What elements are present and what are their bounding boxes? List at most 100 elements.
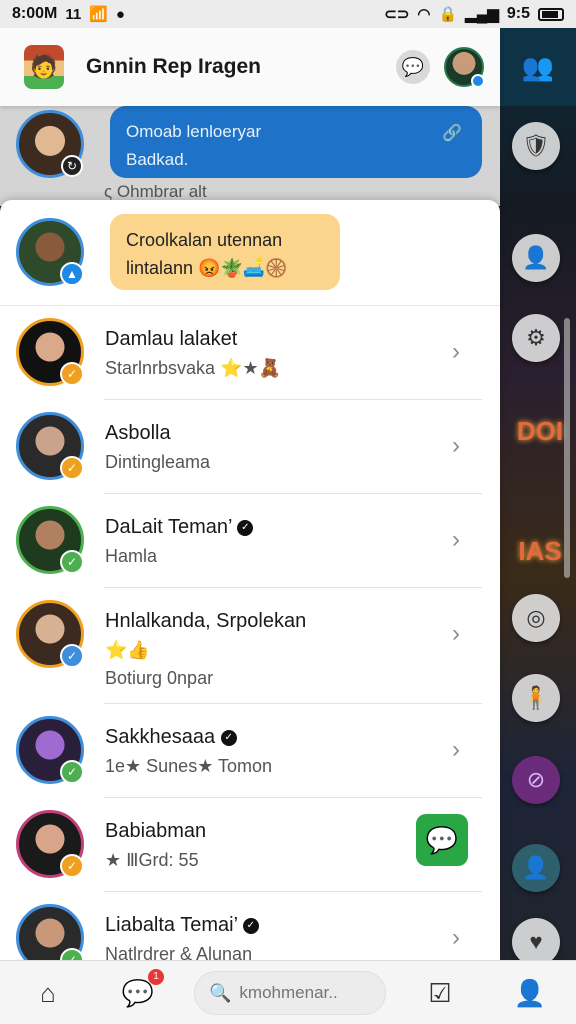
contact-status: 1e★ Sunes★ Tomon: [105, 756, 273, 776]
check-icon: ✓: [60, 854, 84, 878]
side-contacts-button[interactable]: 👥: [500, 28, 576, 106]
chevron-right-icon[interactable]: ›: [452, 736, 460, 764]
side-panel: 👥 🛡 👤 ⚙ DOI IAS ◎ 🧍 ⊘ 👤 ♥: [500, 28, 576, 1024]
badge-icon: 🛡: [522, 133, 550, 158]
check-icon: ✓: [60, 362, 84, 386]
chevron-right-icon[interactable]: ›: [452, 432, 460, 460]
chevron-right-icon[interactable]: ›: [452, 620, 460, 648]
side-favorite-button[interactable]: ♥: [512, 918, 560, 966]
check-icon: ✓: [60, 948, 84, 960]
contact-name: Babiabman: [105, 820, 207, 842]
target-icon: ◎: [526, 605, 546, 630]
side-target-button[interactable]: ◎: [512, 594, 560, 642]
bg-chat-bubble[interactable]: Omoab lenloeryar Badkad. 🔗: [110, 106, 482, 178]
profile-icon[interactable]: 👤: [510, 973, 550, 1013]
list-item[interactable]: ✓ Asbolla Dintingleama ›: [0, 400, 500, 494]
avatar[interactable]: ✓: [16, 716, 84, 784]
contact-status: Hamla: [105, 546, 158, 566]
list-item[interactable]: ✓ Liabalta Temai’ ✓ Natlrdrer & Alunan ›: [0, 892, 500, 960]
heart-icon: ♥: [529, 929, 543, 954]
top-message[interactable]: ▲ Croolkalan utennan lintalann 😡🪴🛋️🛞: [0, 200, 500, 306]
battery-text: 9:5: [506, 5, 530, 22]
contact-name: DaLait Teman’ ✓: [105, 516, 254, 539]
status-time: 8:00M: [12, 5, 58, 22]
list-item[interactable]: ✓ DaLait Teman’ ✓ Hamla ›: [0, 494, 500, 588]
wifi-icon: 📶: [89, 6, 108, 23]
person-icon: 👤: [522, 245, 550, 270]
bg-bubble-line2: Badkad.: [126, 150, 189, 169]
side-badge-button[interactable]: 🛡: [512, 122, 560, 170]
link-icon[interactable]: 🔗: [442, 120, 462, 148]
side-profile-button[interactable]: 👤: [512, 234, 560, 282]
chat-icon: 💬: [401, 56, 425, 77]
online-dot: [471, 74, 485, 88]
verified-icon: ✓: [220, 729, 237, 746]
bg-bubble-line1: Omoab lenloeryar: [126, 122, 262, 141]
contact-name: Damlau lalaket: [105, 328, 238, 350]
avatar[interactable]: ✓: [16, 904, 84, 960]
bg-chat-meta: ς Ohmbrar alt: [104, 182, 207, 201]
avatar[interactable]: ✓: [16, 810, 84, 878]
chevron-right-icon[interactable]: ›: [452, 526, 460, 554]
page-title: Gnnin Rep Iragen: [86, 55, 262, 78]
link-icon: ⊂⊃: [384, 6, 410, 23]
person-badge-icon: ▲: [60, 262, 84, 286]
user-avatar[interactable]: [444, 47, 485, 88]
message-bubble[interactable]: Croolkalan utennan lintalann 😡🪴🛋️🛞: [110, 214, 340, 290]
list-item[interactable]: ✓ Hnlalkanda, Srpolekan ⭐👍 Botiurg 0npar…: [0, 588, 500, 704]
user-icon: 🧍: [522, 685, 550, 710]
contact-status: Starlnrbsvaka ⭐★🧸: [105, 358, 282, 378]
contact-name: Hnlalkanda, Srpolekan: [105, 610, 307, 632]
contact-name-text: Liabalta Temai’: [105, 914, 238, 936]
contact-status: Dintingleama: [105, 452, 211, 472]
battery-icon: [538, 7, 564, 21]
side-account-button[interactable]: 👤: [512, 844, 560, 892]
check-icon: ✓: [60, 760, 84, 784]
search-input[interactable]: [239, 983, 370, 1003]
list-item[interactable]: ✓ Babiabman ★ ⅢGrd: 55 💬: [0, 798, 500, 892]
gear-icon: ⚙: [526, 325, 546, 350]
contact-name: Sakkhesaaa ✓: [105, 726, 237, 749]
notification-badge: 1: [148, 969, 164, 985]
chevron-right-icon[interactable]: ›: [452, 338, 460, 366]
message-button[interactable]: 💬: [416, 814, 468, 866]
tasks-icon[interactable]: ☑: [420, 973, 460, 1013]
status-right: ⊂⊃ ◠ 🔒 ▂▄▆ 9:5: [384, 5, 564, 23]
bottom-nav: ⌂ 💬1 🔍 ☑ 👤: [0, 960, 576, 1024]
chat-bubble-button[interactable]: 💬: [396, 50, 430, 84]
signal-icon: ▂▄▆: [465, 6, 499, 23]
messages-icon[interactable]: 💬 1: [118, 969, 164, 1013]
side-user-button[interactable]: 🧍: [512, 674, 560, 722]
avatar[interactable]: ▲: [16, 218, 84, 286]
contact-name: Asbolla: [105, 422, 171, 444]
scrollbar[interactable]: [564, 318, 570, 578]
message-line1: Croolkalan utennan: [126, 230, 283, 250]
contacts-sheet: ▲ Croolkalan utennan lintalann 😡🪴🛋️🛞 ✓ D…: [0, 200, 500, 960]
avatar[interactable]: ✓: [16, 506, 84, 574]
message-line2: lintalann 😡🪴🛋️🛞: [126, 258, 288, 278]
check-icon: ✓: [60, 644, 84, 668]
avatar[interactable]: ✓: [16, 318, 84, 386]
chevron-right-icon[interactable]: ›: [452, 924, 460, 952]
verified-icon: ✓: [242, 917, 259, 934]
avatar[interactable]: ✓: [16, 600, 84, 668]
side-explore-button[interactable]: ⊘: [512, 756, 560, 804]
contact-status: Natlrdrer & Alunan: [105, 944, 253, 960]
app-header: 🧑 Gnnin Rep Iragen 💬: [0, 28, 500, 106]
wifi-signal-icon: ◠: [417, 6, 431, 23]
chat-icon: 💬: [425, 824, 459, 855]
list-item[interactable]: ✓ Damlau lalaket Starlnrbsvaka ⭐★🧸 ›: [0, 306, 500, 400]
search-icon: 🔍: [209, 982, 232, 1003]
account-icon: 👤: [522, 855, 550, 880]
app-logo[interactable]: 🧑: [24, 45, 64, 89]
search-bar[interactable]: 🔍: [194, 971, 386, 1015]
side-settings-button[interactable]: ⚙: [512, 314, 560, 362]
avatar[interactable]: ✓: [16, 412, 84, 480]
bg-chat-avatar[interactable]: ↻: [16, 110, 84, 178]
compass-icon: ⊘: [526, 767, 546, 792]
people-icon: 👥: [521, 51, 555, 82]
list-item[interactable]: ✓ Sakkhesaaa ✓ 1e★ Sunes★ Tomon ›: [0, 704, 500, 798]
lock-icon: 🔒: [438, 6, 458, 23]
dot-icon: ●: [115, 5, 125, 23]
home-icon[interactable]: ⌂: [28, 973, 68, 1013]
